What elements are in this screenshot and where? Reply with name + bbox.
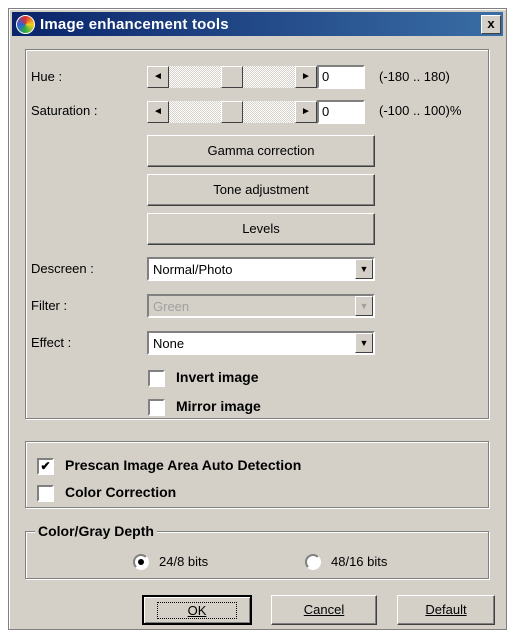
tone-adjustment-button[interactable]: Tone adjustment: [147, 174, 375, 206]
ok-button[interactable]: OK: [142, 595, 252, 625]
invert-image-checkbox[interactable]: [148, 370, 165, 387]
filter-dropdown-icon: ▼: [355, 296, 373, 316]
default-button-label: Default: [425, 602, 467, 617]
hue-right-arrow-icon[interactable]: ►: [295, 66, 317, 88]
prescan-checkbox[interactable]: ✔: [37, 458, 54, 475]
depth-24-label[interactable]: 24/8 bits: [159, 554, 208, 569]
hue-left-arrow-icon[interactable]: ◄: [147, 66, 169, 88]
descreen-label: Descreen :: [31, 261, 94, 276]
app-icon: [16, 15, 35, 34]
gamma-correction-button[interactable]: Gamma correction: [147, 135, 375, 167]
mirror-image-label[interactable]: Mirror image: [176, 398, 261, 414]
saturation-value-field[interactable]: 0: [317, 100, 365, 124]
ok-button-label: OK: [156, 602, 238, 619]
cancel-button-label: Cancel: [303, 602, 345, 617]
filter-select: Green ▼: [147, 294, 375, 318]
cancel-button[interactable]: Cancel: [271, 595, 377, 625]
radio-selected-dot: [138, 559, 144, 565]
descreen-select[interactable]: Normal/Photo ▼: [147, 257, 375, 281]
saturation-slider[interactable]: ◄ ►: [147, 101, 317, 123]
saturation-label: Saturation :: [31, 103, 98, 118]
effect-label: Effect :: [31, 335, 72, 350]
mirror-image-checkbox[interactable]: [148, 399, 165, 416]
close-button[interactable]: x: [481, 15, 501, 34]
filter-label: Filter :: [31, 298, 68, 313]
color-correction-label[interactable]: Color Correction: [65, 484, 176, 500]
color-correction-checkbox[interactable]: [37, 485, 54, 502]
effect-select[interactable]: None ▼: [147, 331, 375, 355]
hue-slider[interactable]: ◄ ►: [147, 66, 317, 88]
saturation-left-arrow-icon[interactable]: ◄: [147, 101, 169, 123]
invert-image-label[interactable]: Invert image: [176, 369, 258, 385]
default-button[interactable]: Default: [397, 595, 495, 625]
depth-legend: Color/Gray Depth: [35, 523, 157, 539]
effect-value: None: [153, 336, 185, 351]
depth-48-label[interactable]: 48/16 bits: [331, 554, 387, 569]
levels-button[interactable]: Levels: [147, 213, 375, 245]
dialog-window: Image enhancement tools x Hue : ◄ ► 0 (-…: [8, 8, 507, 630]
effect-dropdown-icon[interactable]: ▼: [355, 333, 373, 353]
hue-slider-thumb[interactable]: [221, 66, 243, 88]
descreen-value: Normal/Photo: [153, 262, 233, 277]
window-title: Image enhancement tools: [40, 16, 229, 33]
descreen-dropdown-icon[interactable]: ▼: [355, 259, 373, 279]
hue-value-field[interactable]: 0: [317, 65, 365, 89]
title-bar[interactable]: Image enhancement tools x: [12, 12, 503, 36]
depth-24-radio[interactable]: [133, 554, 149, 570]
hue-label: Hue :: [31, 69, 63, 84]
filter-value: Green: [153, 299, 190, 314]
check-icon: ✔: [40, 459, 51, 473]
saturation-right-arrow-icon[interactable]: ►: [295, 101, 317, 123]
saturation-range: (-100 .. 100)%: [379, 103, 462, 118]
hue-range: (-180 .. 180): [379, 69, 450, 84]
depth-48-radio[interactable]: [305, 554, 321, 570]
prescan-label[interactable]: Prescan Image Area Auto Detection: [65, 457, 301, 473]
saturation-slider-thumb[interactable]: [221, 101, 243, 123]
